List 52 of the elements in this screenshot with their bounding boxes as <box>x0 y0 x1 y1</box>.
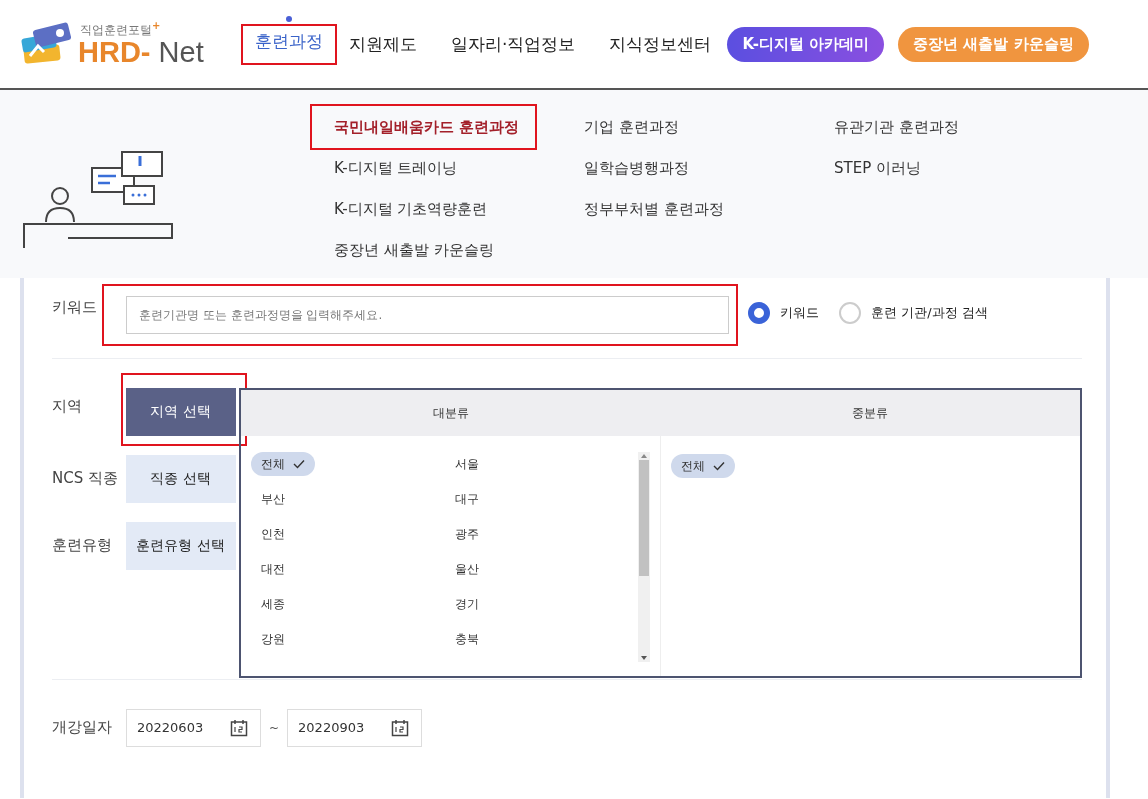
region-option[interactable]: 대구 <box>444 487 489 511</box>
submenu-item[interactable]: 국민내일배움카드 훈련과정 <box>334 106 520 148</box>
field-label: 개강일자 <box>52 718 113 737</box>
logo-tagline: 직업훈련포털$^{+}$ <box>80 21 162 36</box>
nav-button[interactable]: K-디지털 아카데미 <box>727 26 885 62</box>
submenu-item[interactable]: 중장년 새출발 카운슬링 <box>310 230 560 271</box>
column-header: 대분류 <box>431 404 470 422</box>
region-option[interactable]: 인천 <box>251 522 295 546</box>
column-header: 중분류 <box>851 404 890 422</box>
nav-item[interactable]: 지식정보센터 <box>609 32 712 56</box>
region-option[interactable]: 대전 <box>251 557 295 581</box>
check-icon <box>713 461 725 471</box>
submenu-item[interactable]: STEP 이러닝 <box>810 148 1060 189</box>
field-label: 지역 <box>52 397 83 416</box>
nav-item[interactable]: 일자리·직업정보 <box>451 32 576 56</box>
logo-wordmark[interactable]: HRD- Net <box>78 38 204 67</box>
nav-item[interactable]: 지원제도 <box>349 32 417 56</box>
calendar-icon[interactable] <box>230 718 248 737</box>
filter-button[interactable]: 훈련유형 선택 <box>125 521 236 570</box>
region-option[interactable]: 광주 <box>444 522 489 546</box>
date-field[interactable]: 20220903 <box>287 708 423 747</box>
region-option[interactable]: 서울 <box>444 452 489 476</box>
nav-item[interactable]: 훈련과정 <box>255 15 323 53</box>
radio-label[interactable]: 키워드 <box>780 304 819 322</box>
region-option[interactable]: 충북 <box>444 627 489 651</box>
check-icon <box>293 459 305 469</box>
filter-button[interactable]: 지역 선택 <box>125 387 236 436</box>
region-option[interactable]: 경기 <box>444 592 489 616</box>
radio-label[interactable]: 훈련 기관/과정 검색 <box>871 304 988 322</box>
search-field[interactable]: 훈련기관명 또는 훈련과정명을 입력해주세요. <box>126 295 729 334</box>
calendar-icon[interactable] <box>391 718 410 737</box>
submenu-item[interactable]: K-디지털 기초역량훈련 <box>310 189 560 230</box>
submenu-item[interactable]: K-디지털 트레이닝 <box>310 148 560 189</box>
region-option[interactable]: 전체 <box>671 454 735 478</box>
date-field[interactable]: 20220603 <box>126 708 261 747</box>
scroll-down-icon[interactable] <box>638 654 650 662</box>
radio-button[interactable] <box>748 302 770 324</box>
submenu-item[interactable]: 정부부처별 훈련과정 <box>560 189 810 230</box>
submenu-item[interactable]: 기업 훈련과정 <box>560 107 810 148</box>
field-label: 키워드 <box>52 297 98 317</box>
submenu-item[interactable]: 유관기관 훈련과정 <box>810 107 1060 148</box>
region-option[interactable]: 울산 <box>444 557 489 581</box>
region-option[interactable]: 강원 <box>251 627 295 651</box>
filter-button[interactable]: 직종 선택 <box>125 454 236 503</box>
field-label: 훈련유형 <box>52 536 113 555</box>
submenu-item[interactable]: 일학습병행과정 <box>560 148 810 189</box>
field-label: NCS 직종 <box>52 469 119 488</box>
range-separator: ~ <box>269 720 280 735</box>
region-option[interactable]: 부산 <box>251 487 295 511</box>
scrollbar[interactable] <box>638 452 650 662</box>
region-option[interactable]: 전체 <box>251 452 315 476</box>
region-option[interactable]: 세종 <box>251 592 295 616</box>
